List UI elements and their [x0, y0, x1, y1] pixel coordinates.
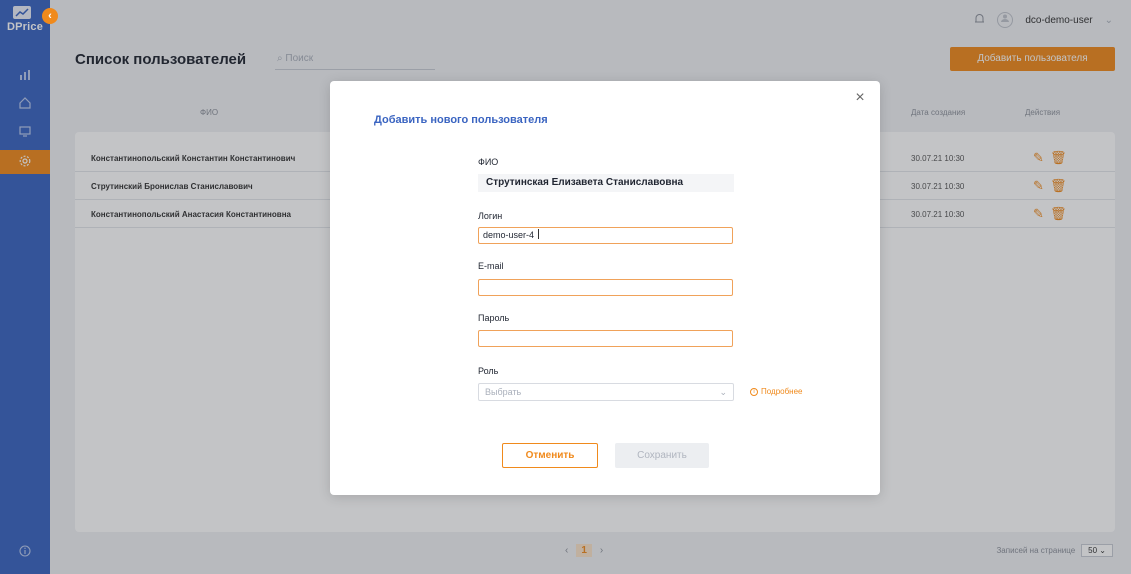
fio-value: Струтинская Елизавета Станиславовна	[478, 174, 734, 192]
modal-title: Добавить нового пользователя	[374, 114, 548, 126]
fio-label: ФИО	[478, 157, 499, 167]
password-field[interactable]	[478, 330, 733, 347]
email-field[interactable]	[478, 279, 733, 296]
login-value: demo-user-4	[483, 230, 535, 240]
more-link-label: Подробнее	[761, 387, 803, 396]
close-icon[interactable]: ×	[852, 90, 868, 106]
info-icon: i	[750, 387, 758, 396]
login-label: Логин	[478, 211, 503, 221]
add-user-modal: × Добавить нового пользователя ФИО Струт…	[330, 81, 880, 495]
cancel-button[interactable]: Отменить	[502, 443, 598, 468]
chevron-down-icon: ⌄	[719, 387, 727, 397]
role-details-link[interactable]: i Подробнее	[750, 387, 803, 396]
role-select[interactable]: Выбрать ⌄	[478, 383, 734, 401]
text-cursor	[538, 229, 540, 239]
email-label: E-mail	[478, 261, 504, 271]
collapse-sidebar-button[interactable]: ‹	[42, 8, 58, 24]
password-label: Пароль	[478, 313, 510, 323]
role-label: Роль	[478, 366, 499, 376]
login-field[interactable]: demo-user-4	[478, 227, 733, 244]
save-button[interactable]: Сохранить	[615, 443, 709, 468]
role-placeholder: Выбрать	[485, 387, 522, 397]
